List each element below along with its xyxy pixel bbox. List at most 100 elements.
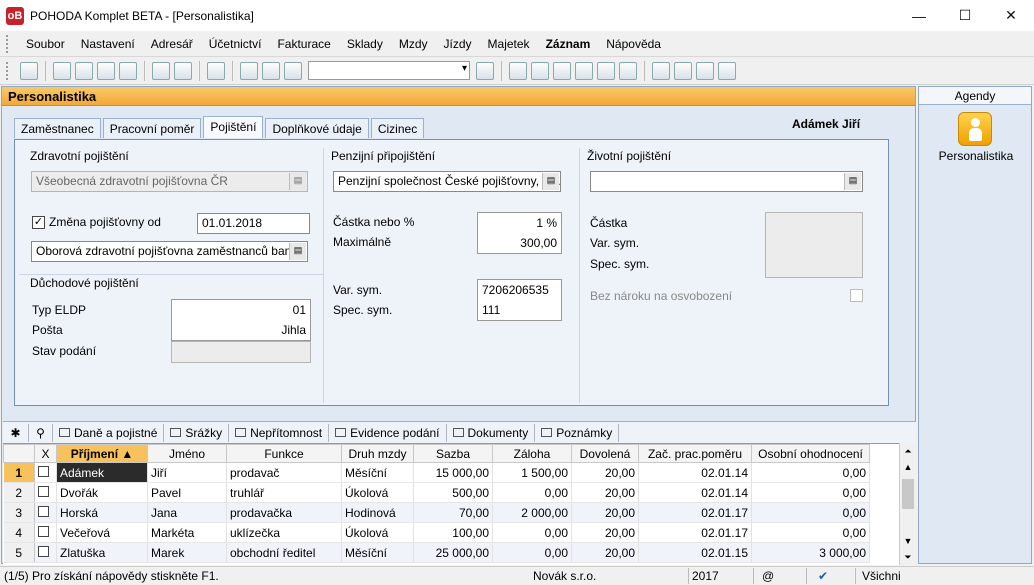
- menu-jizdy[interactable]: Jízdy: [436, 37, 480, 51]
- cell-jmeno[interactable]: Marek: [147, 542, 227, 563]
- export-icon[interactable]: [119, 61, 137, 80]
- cell-osobni-ohodnoceni[interactable]: 0,00: [751, 522, 870, 543]
- cell-funkce[interactable]: truhlář: [226, 482, 342, 503]
- menu-adresar[interactable]: Adresář: [143, 37, 201, 51]
- personalistika-agenda-icon[interactable]: [958, 112, 992, 146]
- column-header-sazba[interactable]: Sazba: [413, 444, 493, 463]
- column-header-jmeno[interactable]: Jméno: [147, 444, 227, 463]
- cell-zac-prac-pomeru[interactable]: 02.01.14: [638, 482, 752, 503]
- cell-sazba[interactable]: 25 000,00: [413, 542, 493, 563]
- menu-mzdy[interactable]: Mzdy: [391, 37, 436, 51]
- pension-company-select[interactable]: Penzijní společnost České pojišťovny, a.…: [333, 171, 561, 192]
- check-icon[interactable]: [174, 61, 192, 80]
- new-insurer-select[interactable]: Oborová zdravotní pojišťovna zaměstnanců…: [31, 241, 308, 262]
- save-icon[interactable]: [240, 61, 258, 80]
- cell-prijmeni[interactable]: Adámek: [56, 462, 148, 483]
- menu-ucetnictvi[interactable]: Účetnictví: [201, 37, 270, 51]
- tab-cizinec[interactable]: Cizinec: [370, 118, 425, 138]
- cell-sazba[interactable]: 100,00: [413, 522, 493, 543]
- scroll-top-icon[interactable]: ⏶: [900, 443, 916, 459]
- table-row[interactable]: 3 Horská Jana prodavačka Hodinová 70,00 …: [3, 502, 870, 523]
- print-icon[interactable]: [75, 61, 93, 80]
- change-date-field[interactable]: 01.01.2018: [197, 213, 310, 234]
- grid-scrollbar[interactable]: ⏶ ▲ ▼ ⏷: [899, 443, 916, 565]
- cell-dovolena[interactable]: 20,00: [571, 522, 639, 543]
- column-header-zaloha[interactable]: Záloha: [492, 444, 572, 463]
- var-symbol-value[interactable]: 7206206535: [482, 283, 549, 297]
- column-header-zac-prac-pomeru[interactable]: Zač. prac.poměru: [638, 444, 752, 463]
- cell-jmeno[interactable]: Markéta: [147, 522, 227, 543]
- cell-zaloha[interactable]: 0,00: [492, 542, 572, 563]
- copy-record-icon[interactable]: [53, 61, 71, 80]
- tab-zamestnanec[interactable]: Zaměstnanec: [14, 118, 101, 138]
- cell-sazba[interactable]: 15 000,00: [413, 462, 493, 483]
- cell-zac-prac-pomeru[interactable]: 02.01.14: [638, 462, 752, 483]
- save-all-icon[interactable]: [262, 61, 280, 80]
- row-checkbox-cell[interactable]: [34, 502, 57, 523]
- row-checkbox[interactable]: [38, 525, 49, 537]
- tab-doplnkove-udaje[interactable]: Doplňkové údaje: [265, 118, 369, 138]
- help-icon[interactable]: [718, 61, 736, 80]
- cell-sazba[interactable]: 70,00: [413, 502, 493, 523]
- list-icon[interactable]: [674, 61, 692, 80]
- cell-funkce[interactable]: prodavač: [226, 462, 342, 483]
- agenda-switch-icon[interactable]: [20, 61, 38, 80]
- cell-funkce[interactable]: prodavačka: [226, 502, 342, 523]
- pencil-icon[interactable]: [531, 61, 549, 80]
- max-value[interactable]: 300,00: [520, 236, 557, 250]
- new-record-icon[interactable]: [152, 61, 170, 80]
- dropdown-icon[interactable]: ▤: [289, 243, 306, 260]
- row-checkbox[interactable]: [38, 465, 49, 477]
- cell-druh-mzdy[interactable]: Měsíční: [341, 542, 414, 563]
- cell-dovolena[interactable]: 20,00: [571, 542, 639, 563]
- menu-zaznam[interactable]: Záznam: [538, 37, 599, 51]
- column-header-x[interactable]: X: [34, 444, 57, 463]
- cell-osobni-ohodnoceni[interactable]: 0,00: [751, 482, 870, 503]
- cell-dovolena[interactable]: 20,00: [571, 482, 639, 503]
- column-header-funkce[interactable]: Funkce: [226, 444, 342, 463]
- filter-icon[interactable]: ⚲: [29, 423, 53, 442]
- cell-jmeno[interactable]: Jana: [147, 502, 227, 523]
- back-arrow-icon[interactable]: [207, 61, 225, 80]
- cell-zaloha[interactable]: 1 500,00: [492, 462, 572, 483]
- tab-pracovni-pomer[interactable]: Pracovní poměr: [102, 118, 202, 138]
- message-icon[interactable]: [652, 61, 670, 80]
- cell-zaloha[interactable]: 2 000,00: [492, 502, 572, 523]
- eldp-type-value[interactable]: 01: [293, 303, 306, 317]
- menu-napoveda[interactable]: Nápověda: [598, 37, 669, 51]
- menu-fakturace[interactable]: Fakturace: [269, 37, 338, 51]
- cell-zac-prac-pomeru[interactable]: 02.01.17: [638, 502, 752, 523]
- cell-zac-prac-pomeru[interactable]: 02.01.15: [638, 542, 752, 563]
- table-icon[interactable]: [553, 61, 571, 80]
- cell-jmeno[interactable]: Jiří: [147, 462, 227, 483]
- tab-nepritomnost[interactable]: Nepřítomnost: [229, 423, 330, 442]
- folder-icon[interactable]: [509, 61, 527, 80]
- health-insurer-select[interactable]: Všeobecná zdravotní pojišťovna ČR ▤: [31, 171, 308, 192]
- new-row-icon[interactable]: ✱: [3, 423, 29, 442]
- agenda-label[interactable]: Personalistika: [919, 149, 1033, 163]
- row-checkbox[interactable]: [38, 505, 49, 517]
- table-row[interactable]: 5 Zlatuška Marek obchodní ředitel Měsíčn…: [3, 542, 870, 563]
- scroll-down-icon[interactable]: ▼: [900, 533, 916, 549]
- tab-poznamky[interactable]: Poznámky: [535, 423, 620, 442]
- tab-dokumenty[interactable]: Dokumenty: [447, 423, 536, 442]
- menu-majetek[interactable]: Majetek: [480, 37, 538, 51]
- row-checkbox[interactable]: [38, 545, 49, 557]
- exempt-checkbox[interactable]: [850, 289, 863, 302]
- iban-icon[interactable]: [619, 61, 637, 80]
- table-row[interactable]: 1 Adámek Jiří prodavač Měsíční 15 000,00…: [3, 462, 870, 483]
- menu-soubor[interactable]: Soubor: [18, 37, 73, 51]
- life-company-select[interactable]: ▤: [590, 171, 863, 192]
- print-preview-icon[interactable]: [97, 61, 115, 80]
- tab-srazky[interactable]: Srážky: [164, 423, 230, 442]
- dropdown-icon[interactable]: ▤: [844, 173, 861, 190]
- cell-prijmeni[interactable]: Horská: [56, 502, 148, 523]
- row-checkbox-cell[interactable]: [34, 462, 57, 483]
- cell-jmeno[interactable]: Pavel: [147, 482, 227, 503]
- paste-icon[interactable]: [284, 61, 302, 80]
- tab-evidence-podani[interactable]: Evidence podání: [329, 423, 447, 442]
- cell-osobni-ohodnoceni[interactable]: 3 000,00: [751, 542, 870, 563]
- cell-prijmeni[interactable]: Dvořák: [56, 482, 148, 503]
- note-icon[interactable]: [696, 61, 714, 80]
- tab-dane-a-pojistne[interactable]: Daně a pojistné: [53, 423, 165, 442]
